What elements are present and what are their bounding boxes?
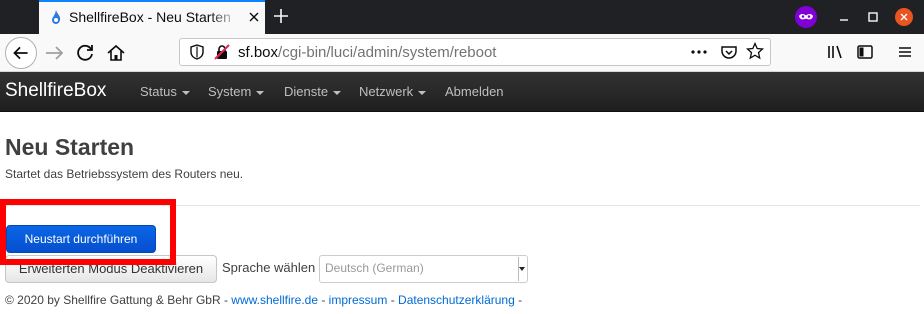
- url-path: /cgi-bin/luci/admin/system/reboot: [278, 44, 497, 61]
- footer-privacy-link[interactable]: Datenschutzerklärung: [398, 293, 515, 307]
- chevron-down-icon: [418, 90, 427, 95]
- menu-netzwerk[interactable]: Netzwerk: [359, 84, 427, 99]
- shellfire-favicon-icon: [52, 10, 61, 24]
- footer-impressum-link[interactable]: impressum: [329, 293, 388, 307]
- page-title: Neu Starten: [5, 134, 135, 160]
- new-tab-icon[interactable]: [270, 5, 292, 27]
- url-host: sf.box: [238, 44, 279, 61]
- shield-icon[interactable]: [188, 43, 206, 61]
- back-arrow-icon[interactable]: [5, 37, 37, 69]
- router-brand[interactable]: ShellfireBox: [5, 80, 106, 102]
- window-close-icon[interactable]: [895, 8, 913, 26]
- menu-dienste[interactable]: Dienste: [284, 84, 342, 99]
- library-icon[interactable]: [826, 43, 844, 61]
- footer-separator: -: [318, 293, 329, 307]
- footer-website-link[interactable]: www.shellfire.de: [231, 293, 318, 307]
- menu-system[interactable]: System: [208, 84, 265, 99]
- select-arrow-icon[interactable]: [518, 257, 526, 281]
- url-text[interactable]: sf.box/cgi-bin/luci/admin/system/reboot: [238, 44, 496, 61]
- footer: © 2020 by Shellfire Gattung & Behr GbR -…: [5, 293, 522, 307]
- menu-system-label: System: [208, 84, 252, 99]
- page-description: Startet das Betriebssystem des Routers n…: [5, 167, 244, 181]
- footer-trail: -: [514, 293, 523, 307]
- menu-abmelden-label: Abmelden: [445, 84, 504, 99]
- language-select-value: Deutsch (German): [325, 261, 424, 275]
- tab-title: ShellfireBox - Neu Starten: [69, 9, 239, 25]
- menu-dienste-label: Dienste: [284, 84, 329, 99]
- minimize-icon[interactable]: [835, 8, 853, 26]
- divider: [5, 205, 920, 206]
- chevron-down-icon: [181, 90, 190, 95]
- expert-mode-button[interactable]: Erweiterten Modus Deaktivieren: [5, 255, 217, 283]
- page-actions-icon[interactable]: [690, 43, 708, 61]
- private-browsing-icon: [795, 6, 817, 28]
- hamburger-menu-icon[interactable]: [896, 43, 914, 61]
- menu-status[interactable]: Status: [140, 84, 190, 99]
- language-label: Sprache wählen: [222, 260, 316, 275]
- browser-tab[interactable]: ShellfireBox - Neu Starten: [39, 0, 265, 34]
- browser-tab-bar: ShellfireBox - Neu Starten: [0, 0, 924, 34]
- reload-icon[interactable]: [71, 39, 99, 67]
- footer-separator: -: [387, 293, 399, 307]
- menu-netzwerk-label: Netzwerk: [359, 84, 414, 99]
- maximize-icon[interactable]: [864, 8, 882, 26]
- sidebar-icon[interactable]: [856, 43, 874, 61]
- tab-active-indicator: [39, 0, 265, 2]
- menu-status-label: Status: [140, 84, 177, 99]
- chevron-down-icon: [256, 90, 265, 95]
- pocket-icon[interactable]: [720, 43, 738, 61]
- chevron-down-icon: [333, 90, 342, 95]
- menu-abmelden[interactable]: Abmelden: [445, 84, 504, 99]
- insecure-lock-icon[interactable]: [213, 43, 231, 61]
- reboot-button[interactable]: Neustart durchführen: [6, 225, 156, 253]
- bookmark-star-icon[interactable]: [746, 42, 764, 60]
- home-icon[interactable]: [102, 39, 130, 67]
- forward-arrow-icon[interactable]: [41, 39, 69, 67]
- footer-copyright: © 2020 by Shellfire Gattung & Behr GbR -: [5, 293, 232, 307]
- tab-close-icon[interactable]: [245, 8, 263, 26]
